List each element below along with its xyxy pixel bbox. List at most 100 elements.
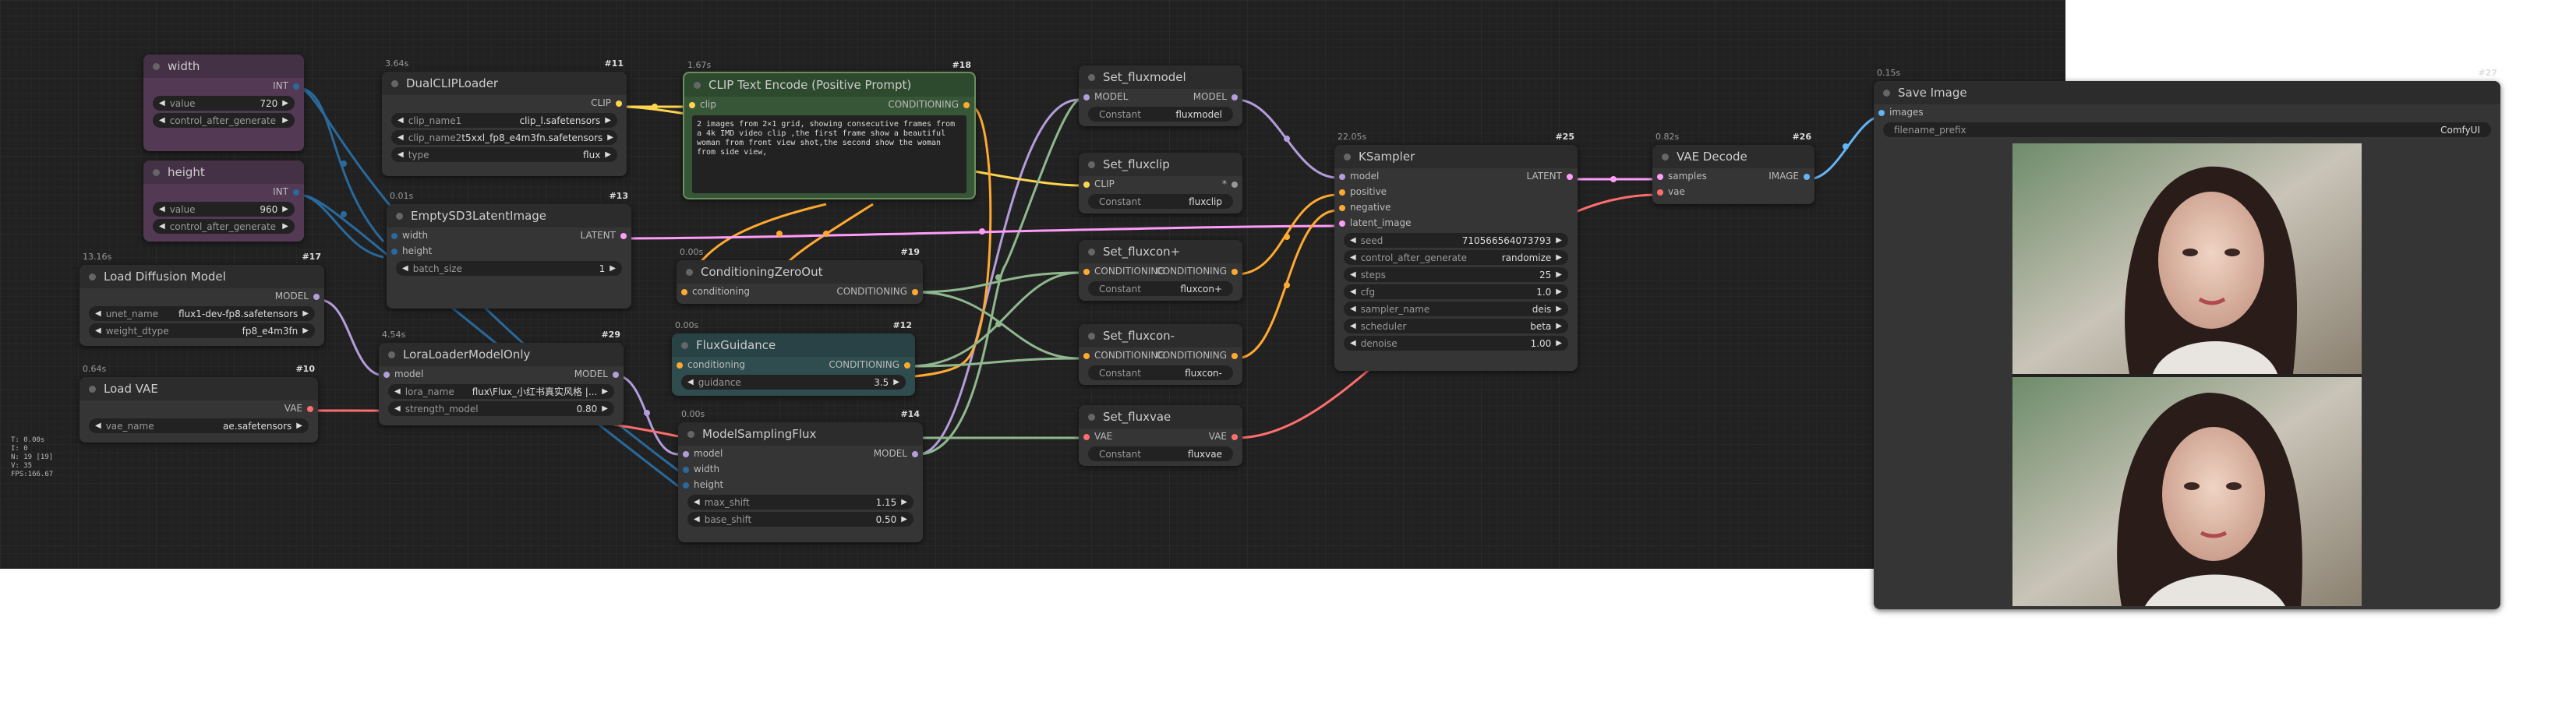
increment-icon[interactable]: ▶	[893, 378, 899, 386]
node-width[interactable]: width INT ◀ value 720 ▶ ◀ control_after_gene…	[143, 55, 304, 151]
output-slot[interactable]	[1231, 353, 1238, 359]
widget-batch-size[interactable]: ◀ batch_size 1 ▶	[396, 261, 622, 276]
widget-constant[interactable]: Constant fluxvae	[1088, 446, 1233, 461]
increment-icon[interactable]: ▶	[1556, 270, 1562, 279]
node-set-fluxcon-plus[interactable]: Set_fluxcon+ CONDITIONING CONDITIONING Co…	[1079, 240, 1242, 301]
collapse-dot-icon[interactable]	[1088, 413, 1095, 421]
widget-seed[interactable]: ◀ seed 710566564073793 ▶	[1344, 233, 1568, 248]
input-slot[interactable]	[689, 102, 695, 108]
output-slot[interactable]	[1231, 269, 1238, 275]
output-slot[interactable]	[1231, 94, 1238, 101]
output-slot[interactable]	[293, 83, 299, 90]
input-slot[interactable]	[1339, 205, 1345, 211]
collapse-dot-icon[interactable]	[1088, 248, 1095, 256]
next-icon[interactable]: ▶	[1556, 305, 1562, 313]
collapse-dot-icon[interactable]	[388, 351, 395, 358]
node-header[interactable]: height	[143, 160, 304, 184]
prev-icon[interactable]: ◀	[394, 387, 401, 396]
node-set-fluxmodel[interactable]: Set_fluxmodel MODEL MODEL Constant fluxmod…	[1079, 65, 1242, 126]
next-icon[interactable]: ▶	[1556, 253, 1562, 262]
input-slot[interactable]	[1083, 353, 1090, 359]
decrement-icon[interactable]: ◀	[159, 205, 165, 213]
input-slot[interactable]	[1339, 189, 1345, 196]
output-slot[interactable]	[904, 362, 910, 369]
output-slot[interactable]	[1231, 434, 1238, 440]
collapse-dot-icon[interactable]	[89, 273, 96, 280]
widget-clip-name1[interactable]: ◀ clip_name1 clip_l.safetensors ▶	[391, 113, 617, 128]
node-header[interactable]: FluxGuidance	[672, 333, 915, 357]
widget-type[interactable]: ◀ type flux ▶	[391, 147, 617, 162]
next-icon[interactable]: ▶	[602, 387, 608, 396]
decrement-icon[interactable]: ◀	[159, 116, 165, 125]
node-save-image[interactable]: 0.15s #27 Save Image images filename_pref…	[1874, 68, 2500, 609]
increment-icon[interactable]: ▶	[1556, 339, 1562, 347]
node-header[interactable]: ModelSamplingFlux	[678, 422, 923, 446]
prev-icon[interactable]: ◀	[398, 133, 404, 142]
decrement-icon[interactable]: ◀	[694, 498, 700, 506]
widget-value[interactable]: ◀ value 960 ▶	[153, 202, 295, 217]
widget-value[interactable]: ◀ value 720 ▶	[153, 96, 295, 111]
widget-vae-name[interactable]: ◀ vae_name ae.safetensors ▶	[89, 418, 309, 433]
widget-steps[interactable]: ◀ steps 25 ▶	[1344, 267, 1568, 282]
collapse-dot-icon[interactable]	[681, 341, 688, 349]
prev-icon[interactable]: ◀	[95, 422, 101, 430]
node-header[interactable]: Set_fluxvae	[1079, 405, 1242, 429]
prev-icon[interactable]: ◀	[1350, 322, 1356, 330]
node-header[interactable]: Save Image	[1874, 81, 2500, 104]
output-slot[interactable]	[293, 189, 299, 196]
next-icon[interactable]: ▶	[302, 326, 309, 335]
node-header[interactable]: Set_fluxclip	[1079, 153, 1242, 176]
input-slot[interactable]	[683, 482, 689, 489]
increment-icon[interactable]: ▶	[282, 99, 288, 108]
widget-control[interactable]: ◀ control_after_generate ▶	[153, 219, 295, 234]
node-model-sampling-flux[interactable]: 0.00s #14 ModelSamplingFlux model MODEL wi…	[678, 409, 923, 542]
prev-icon[interactable]: ◀	[95, 326, 101, 335]
collapse-dot-icon[interactable]	[694, 81, 701, 89]
widget-scheduler[interactable]: ◀ scheduler beta ▶	[1344, 319, 1568, 333]
collapse-dot-icon[interactable]	[1088, 73, 1095, 81]
prompt-textarea[interactable]: 2 images from 2×1 grid, showing consecut…	[692, 115, 966, 193]
node-header[interactable]: Load VAE	[80, 377, 318, 400]
node-conditioning-zero-out[interactable]: 0.00s #19 ConditioningZeroOut conditionin…	[677, 247, 923, 304]
prev-icon[interactable]: ◀	[1350, 253, 1356, 262]
input-slot[interactable]	[383, 372, 390, 378]
widget-base-shift[interactable]: ◀ base_shift 0.50 ▶	[687, 512, 913, 527]
decrement-icon[interactable]: ◀	[694, 515, 700, 524]
input-slot[interactable]	[1083, 434, 1090, 440]
prev-icon[interactable]: ◀	[398, 116, 404, 125]
node-header[interactable]: Set_fluxcon-	[1079, 324, 1242, 347]
output-slot[interactable]	[616, 101, 622, 107]
widget-sampler-name[interactable]: ◀ sampler_name deis ▶	[1344, 302, 1568, 316]
widget-unet-name[interactable]: ◀ unet_name flux1-dev-fp8.safetensors ▶	[89, 306, 315, 321]
output-slot[interactable]	[613, 372, 619, 378]
node-clip-text-encode[interactable]: 1.67s #18 CLIP Text Encode (Positive Prom…	[683, 60, 976, 199]
decrement-icon[interactable]: ◀	[1350, 236, 1356, 245]
node-header[interactable]: VAE Decode	[1652, 145, 1815, 168]
increment-icon[interactable]: ▶	[901, 498, 907, 506]
decrement-icon[interactable]: ◀	[394, 404, 401, 413]
widget-guidance[interactable]: ◀ guidance 3.5 ▶	[681, 375, 906, 390]
widget-control-after-generate[interactable]: ◀ control_after_generate randomize ▶	[1344, 250, 1568, 265]
collapse-dot-icon[interactable]	[1088, 332, 1095, 340]
increment-icon[interactable]: ▶	[282, 116, 288, 125]
output-slot[interactable]	[1231, 182, 1238, 188]
decrement-icon[interactable]: ◀	[159, 222, 165, 231]
widget-constant[interactable]: Constant fluxcon+	[1088, 281, 1233, 296]
input-slot[interactable]	[1083, 94, 1090, 101]
widget-constant[interactable]: Constant fluxmodel	[1088, 107, 1233, 122]
output-slot[interactable]	[307, 406, 313, 412]
node-empty-sd3-latent-image[interactable]: 0.01s #13 EmptySD3LatentImage width LATENT…	[387, 191, 631, 309]
node-vae-decode[interactable]: 0.82s #26 VAE Decode samples IMAGE vae	[1652, 132, 1815, 204]
collapse-dot-icon[interactable]	[1883, 89, 1890, 97]
decrement-icon[interactable]: ◀	[159, 99, 165, 108]
widget-constant[interactable]: Constant fluxcon-	[1088, 365, 1233, 380]
widget-strength-model[interactable]: ◀ strength_model 0.80 ▶	[388, 401, 614, 416]
input-slot[interactable]	[677, 362, 683, 369]
increment-icon[interactable]: ▶	[602, 404, 608, 413]
node-load-vae[interactable]: 0.64s #10 Load VAE VAE ◀ vae_name ae.safete…	[80, 364, 318, 443]
next-icon[interactable]: ▶	[1556, 322, 1562, 330]
decrement-icon[interactable]: ◀	[1350, 287, 1356, 296]
input-slot[interactable]	[1657, 174, 1663, 180]
node-header[interactable]: LoraLoaderModelOnly	[379, 343, 624, 366]
output-image-preview[interactable]	[2012, 143, 2362, 606]
